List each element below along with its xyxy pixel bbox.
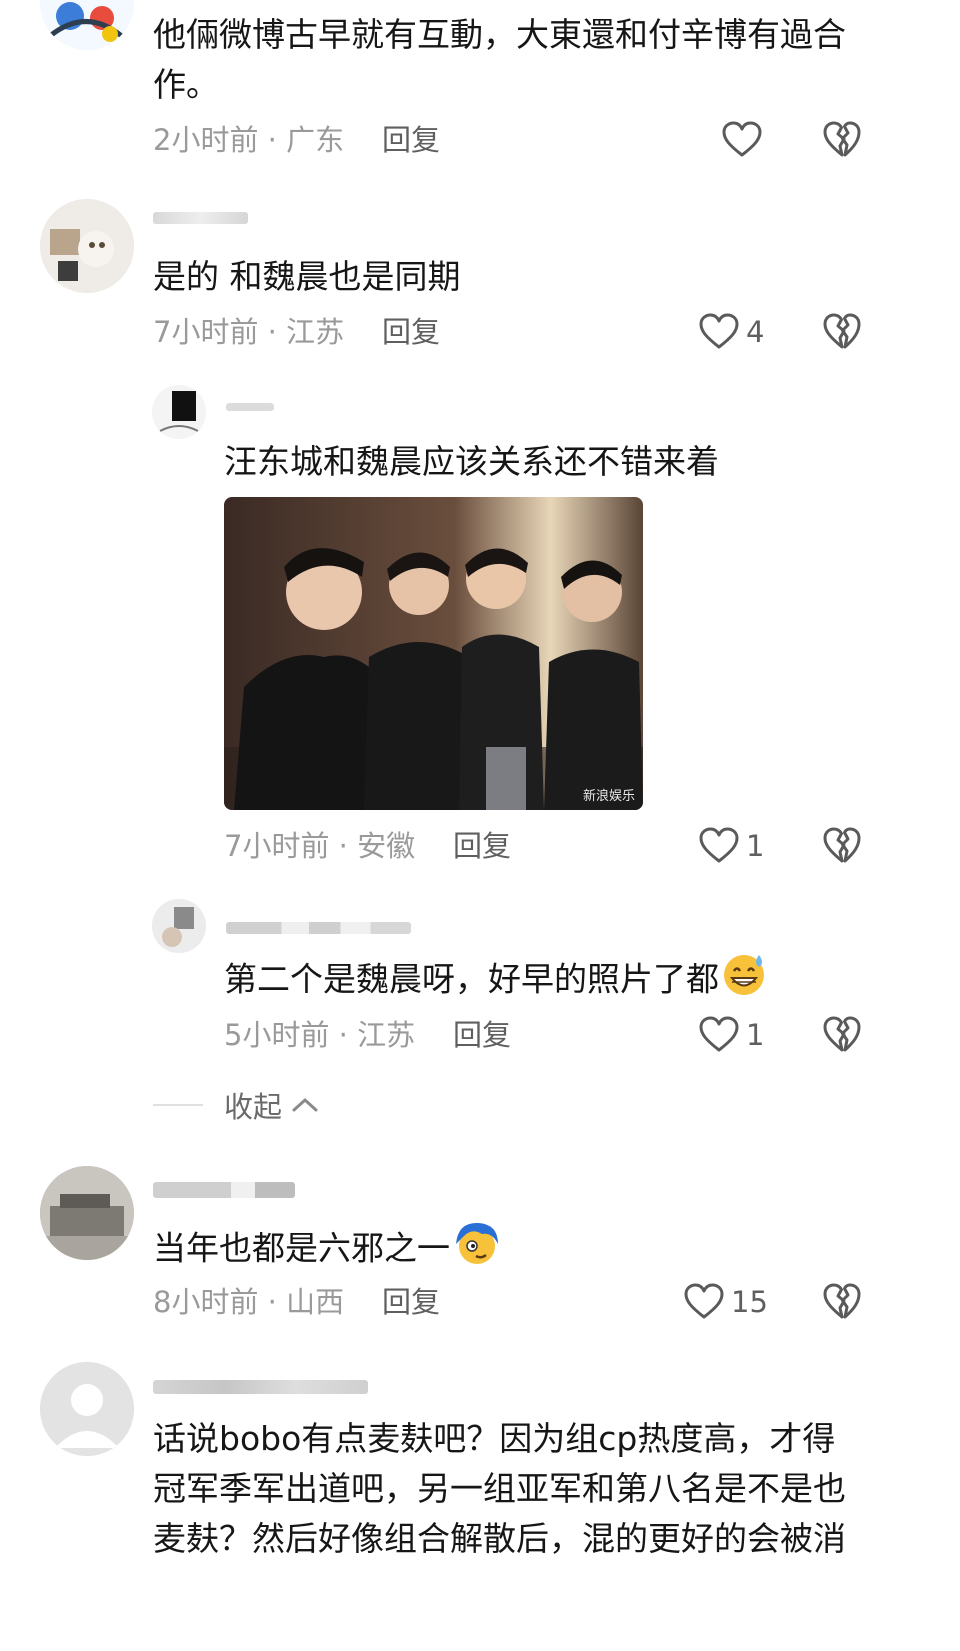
username[interactable] (226, 922, 411, 934)
collapse-replies-button[interactable]: 收起 (224, 1087, 320, 1124)
username[interactable] (153, 1380, 368, 1394)
like-count: 4 (746, 315, 765, 349)
comment-text: 汪东城和魏晨应该关系还不错来着 (224, 442, 719, 481)
comment-photo[interactable]: 新浪娱乐 (224, 497, 643, 810)
comment-time-location: 7小时前 · 江苏 (153, 315, 345, 349)
comment-text: 是的 和魏晨也是同期 (153, 257, 461, 296)
reply-button[interactable]: 回复 (453, 1017, 511, 1053)
like-count: 1 (746, 1018, 765, 1052)
reply-button[interactable]: 回复 (382, 314, 440, 350)
comment-time-location: 2小时前 · 广东 (153, 123, 345, 157)
like-count: 15 (731, 1285, 768, 1319)
grinning-sweat-emoji (721, 951, 767, 1011)
comment-time-location: 5小时前 · 江苏 (224, 1018, 416, 1052)
comment-text: 他倆微博古早就有互動，大東還和付辛博有過合 (153, 15, 846, 54)
avatar[interactable] (40, 1362, 134, 1456)
avatar[interactable] (152, 385, 206, 439)
broken-heart-icon[interactable] (822, 826, 862, 864)
comment-text: 作。 (153, 65, 219, 104)
username[interactable] (153, 212, 248, 224)
collapse-label: 收起 (224, 1090, 283, 1124)
chevron-up-icon (292, 1098, 318, 1112)
like-count: 1 (746, 829, 765, 863)
collapse-divider (153, 1104, 203, 1106)
photo-watermark: 新浪娱乐 (582, 789, 635, 804)
comment-text: 第二个是魏晨呀，好早的照片了都 (224, 951, 767, 1011)
comment-text-content: 第二个是魏晨呀，好早的照片了都 (224, 959, 719, 999)
avatar[interactable] (152, 899, 206, 953)
broken-heart-icon[interactable] (822, 312, 862, 350)
reply-button[interactable]: 回复 (453, 828, 511, 864)
broken-heart-icon[interactable] (822, 120, 862, 158)
username[interactable] (153, 1182, 295, 1198)
comment-text: 当年也都是六邪之一 (153, 1218, 502, 1282)
heart-outline-icon[interactable] (698, 312, 740, 350)
comment-text: 冠军季军出道吧，另一组亚军和第八名是不是也 (153, 1469, 846, 1508)
blue-hair-face-emoji (452, 1218, 502, 1282)
username[interactable] (226, 403, 274, 411)
heart-outline-icon[interactable] (698, 1015, 740, 1053)
heart-outline-icon[interactable] (721, 120, 763, 158)
comment-text-content: 当年也都是六邪之一 (153, 1228, 450, 1268)
avatar[interactable] (40, 199, 134, 293)
comment-text: 话说bobo有点麦麸吧？因为组cp热度高，才得 (153, 1419, 836, 1458)
reply-button[interactable]: 回复 (382, 1284, 440, 1320)
broken-heart-icon[interactable] (822, 1015, 862, 1053)
comment-text: 麦麸？然后好像组合解散后，混的更好的会被消 (153, 1519, 846, 1558)
comment-time-location: 7小时前 · 安徽 (224, 829, 416, 863)
heart-outline-icon[interactable] (683, 1282, 725, 1320)
avatar[interactable] (40, 1166, 134, 1260)
reply-button[interactable]: 回复 (382, 122, 440, 158)
comment-time-location: 8小时前 · 山西 (153, 1285, 345, 1319)
avatar[interactable] (40, 0, 134, 50)
broken-heart-icon[interactable] (822, 1282, 862, 1320)
heart-outline-icon[interactable] (698, 826, 740, 864)
